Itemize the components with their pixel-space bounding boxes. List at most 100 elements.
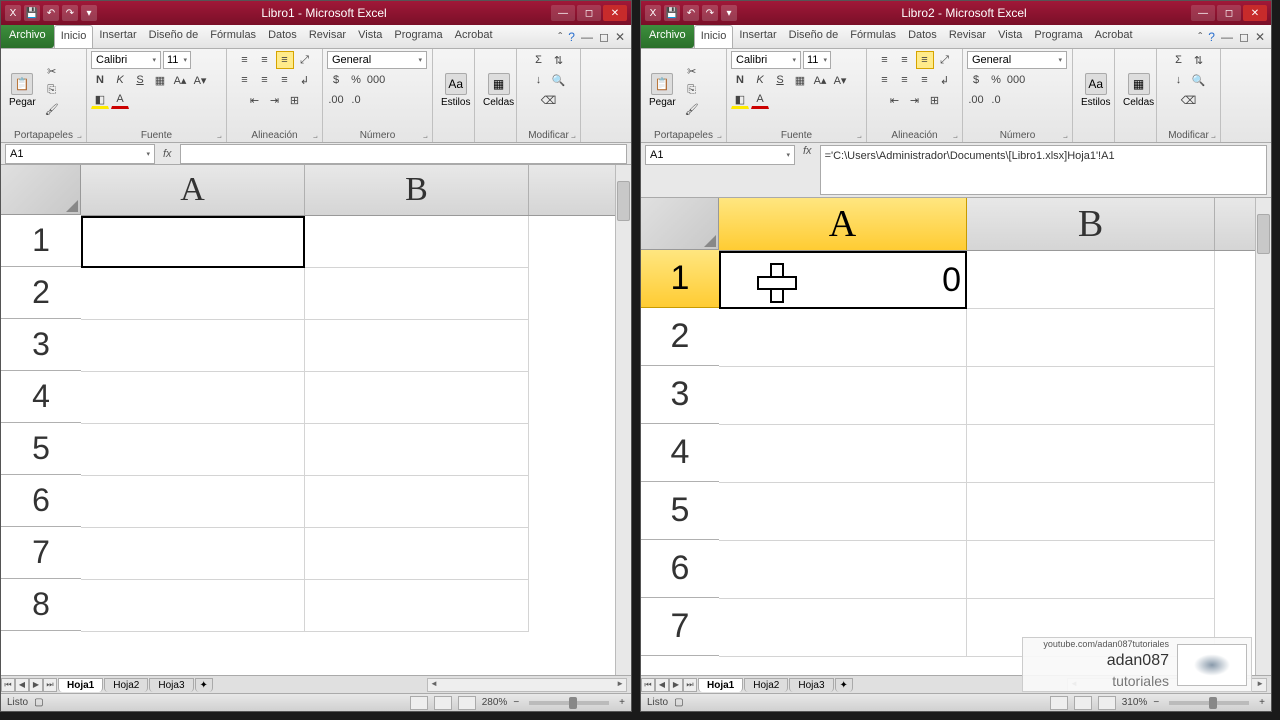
row-header[interactable]: 6 [1, 475, 81, 527]
doc-minimize-icon[interactable]: — [1221, 30, 1233, 44]
align-right-icon[interactable]: ≡ [916, 71, 934, 89]
save-icon[interactable]: 💾 [24, 5, 40, 21]
bold-button[interactable]: N [731, 71, 749, 89]
row-header[interactable]: 1 [641, 250, 719, 308]
save-icon[interactable]: 💾 [664, 5, 680, 21]
sheet-tab-hoja1[interactable]: Hoja1 [58, 678, 103, 692]
format-painter-icon[interactable]: 🖌 [43, 100, 61, 118]
excel-icon[interactable]: X [645, 5, 661, 21]
tab-nav-next-icon[interactable]: ▶ [29, 678, 43, 692]
currency-icon[interactable]: $ [327, 71, 345, 89]
formula-bar[interactable] [180, 144, 627, 164]
help-icon[interactable]: ? [568, 30, 575, 44]
grow-font-icon[interactable]: A▴ [171, 71, 189, 89]
cell[interactable] [305, 424, 529, 476]
format-painter-icon[interactable]: 🖌 [683, 100, 701, 118]
underline-button[interactable]: S [771, 71, 789, 89]
font-name-select[interactable]: Calibri▾ [91, 51, 161, 69]
horizontal-scrollbar[interactable] [427, 678, 627, 692]
view-normal-icon[interactable] [1050, 696, 1068, 710]
cell[interactable] [81, 268, 305, 320]
find-icon[interactable]: 🔍 [550, 71, 568, 89]
cell[interactable] [81, 476, 305, 528]
font-size-select[interactable]: 11▾ [163, 51, 191, 69]
tab-formulas[interactable]: Fórmulas [204, 25, 262, 48]
align-center-icon[interactable]: ≡ [896, 71, 914, 89]
sort-icon[interactable]: ⇅ [550, 51, 568, 69]
cell[interactable] [305, 372, 529, 424]
percent-icon[interactable]: % [347, 71, 365, 89]
fill-color-button[interactable]: ◧ [91, 91, 109, 109]
tab-insertar[interactable]: Insertar [93, 25, 142, 48]
italic-button[interactable]: K [751, 71, 769, 89]
cell[interactable] [81, 424, 305, 476]
new-sheet-icon[interactable]: ✦ [195, 678, 213, 692]
sheet-tab-hoja2[interactable]: Hoja2 [744, 678, 788, 692]
cell[interactable] [719, 541, 967, 599]
orientation-icon[interactable]: ⤢ [296, 51, 314, 69]
tab-diseno[interactable]: Diseño de [143, 25, 205, 48]
doc-restore-icon[interactable]: ◻ [1239, 30, 1249, 44]
qat-dropdown-icon[interactable]: ▾ [721, 5, 737, 21]
tab-nav-first-icon[interactable]: ⏮ [1, 678, 15, 692]
tab-vista[interactable]: Vista [992, 25, 1028, 48]
cell[interactable] [305, 216, 529, 268]
fx-icon[interactable]: fx [795, 145, 820, 157]
cell[interactable] [305, 268, 529, 320]
tab-vista[interactable]: Vista [352, 25, 388, 48]
wrap-text-icon[interactable]: ↲ [296, 71, 314, 89]
number-format-select[interactable]: General▾ [327, 51, 427, 69]
spreadsheet-grid[interactable]: 1 2 3 4 5 6 7 8 A B [1, 165, 631, 675]
vertical-scrollbar[interactable] [1255, 198, 1271, 675]
increase-decimal-icon[interactable]: .00 [967, 91, 985, 109]
cell[interactable] [719, 599, 967, 657]
merge-cells-icon[interactable]: ⊞ [286, 91, 304, 109]
undo-icon[interactable]: ↶ [43, 5, 59, 21]
col-header[interactable]: A [81, 165, 305, 215]
tab-inicio[interactable]: Inicio [54, 25, 94, 48]
zoom-slider[interactable] [1169, 701, 1249, 705]
cell[interactable] [967, 251, 1215, 309]
view-layout-icon[interactable] [1074, 696, 1092, 710]
clear-icon[interactable]: ⌫ [540, 91, 558, 109]
zoom-level[interactable]: 280% [482, 697, 508, 708]
sheet-tab-hoja2[interactable]: Hoja2 [104, 678, 148, 692]
tab-datos[interactable]: Datos [262, 25, 303, 48]
tab-nav-last-icon[interactable]: ⏭ [43, 678, 57, 692]
select-all-corner[interactable] [1, 165, 81, 215]
maximize-button[interactable]: ◻ [1217, 5, 1241, 21]
cell[interactable] [967, 541, 1215, 599]
decrease-indent-icon[interactable]: ⇤ [246, 91, 264, 109]
italic-button[interactable]: K [111, 71, 129, 89]
zoom-out-icon[interactable]: − [1153, 697, 1159, 708]
align-bottom-icon[interactable]: ≡ [916, 51, 934, 69]
cell[interactable] [81, 528, 305, 580]
zoom-in-icon[interactable]: + [1259, 697, 1265, 708]
tab-insertar[interactable]: Insertar [733, 25, 782, 48]
tab-programa[interactable]: Programa [388, 25, 448, 48]
row-header[interactable]: 4 [641, 424, 719, 482]
fx-icon[interactable]: fx [155, 148, 180, 160]
new-sheet-icon[interactable]: ✦ [835, 678, 853, 692]
orientation-icon[interactable]: ⤢ [936, 51, 954, 69]
autosum-icon[interactable]: Σ [530, 51, 548, 69]
tab-programa[interactable]: Programa [1028, 25, 1088, 48]
formula-bar[interactable]: ='C:\Users\Administrador\Documents\[Libr… [820, 145, 1267, 195]
row-header[interactable]: 5 [1, 423, 81, 475]
styles-button[interactable]: AaEstilos [437, 71, 474, 110]
border-button[interactable]: ▦ [791, 71, 809, 89]
maximize-button[interactable]: ◻ [577, 5, 601, 21]
cut-icon[interactable]: ✂ [43, 62, 61, 80]
sheet-tab-hoja1[interactable]: Hoja1 [698, 678, 743, 692]
redo-icon[interactable]: ↷ [702, 5, 718, 21]
spreadsheet-grid[interactable]: 1 2 3 4 5 6 7 A B 0 [641, 198, 1271, 675]
name-box[interactable]: A1▾ [5, 144, 155, 164]
bold-button[interactable]: N [91, 71, 109, 89]
fill-color-button[interactable]: ◧ [731, 91, 749, 109]
excel-icon[interactable]: X [5, 5, 21, 21]
cell[interactable] [967, 425, 1215, 483]
border-button[interactable]: ▦ [151, 71, 169, 89]
copy-icon[interactable]: ⎘ [683, 81, 701, 99]
help-icon[interactable]: ? [1208, 30, 1215, 44]
font-color-button[interactable]: A [111, 91, 129, 109]
